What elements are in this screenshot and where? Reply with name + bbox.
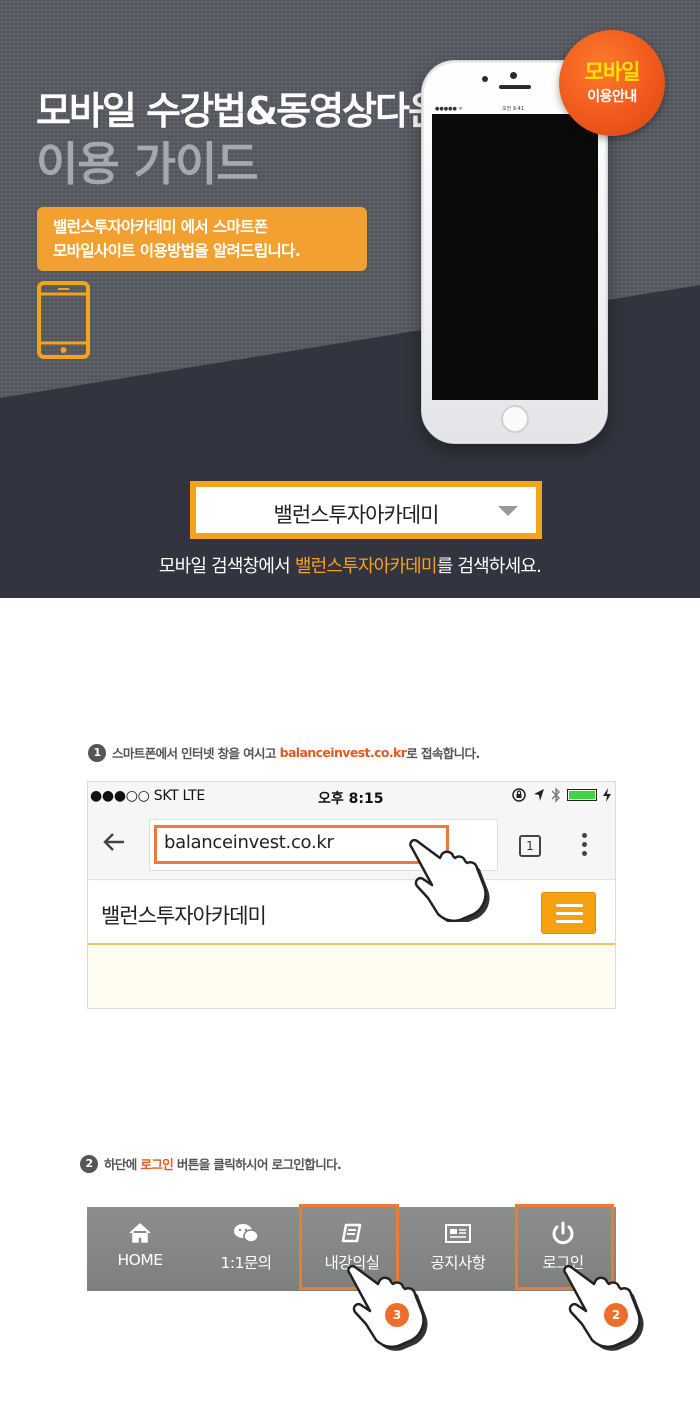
status-bar: ●●●○○ SKT LTE 오후 8:15 [88,782,615,810]
hero-description-line: 모바일사이트 이용방법을 알려드립니다. [53,242,301,260]
hamburger-menu-icon[interactable] [541,892,596,934]
step-highlight: 로그인 [140,1157,174,1172]
nav-item-home[interactable]: HOME [87,1207,193,1291]
location-icon [534,789,544,801]
chat-icon [234,1224,259,1243]
pointing-hand-icon [563,1265,644,1351]
search-value: 밸런스투자아카데미 [273,503,440,527]
hero-subtitle: 이용 가이드 [36,137,259,191]
address-bar-url: balanceinvest.co.kr [164,832,334,853]
hero-description-line: 밸런스투자아카데미 에서 스마트폰 [53,218,268,236]
pointing-hand-icon [409,839,490,922]
status-icons [511,787,611,803]
hint-text: 모바일 검색창에서 [158,556,295,577]
hint-text: 를 검색하세요. [436,556,542,577]
charging-icon [603,788,611,802]
step-number-badge: 1 [88,743,106,762]
tablet-icon [37,281,90,359]
step-text: 버튼을 클릭하시어 로그인합니다. [173,1157,342,1172]
phone-sensor [482,76,488,82]
hero-description-box: 밸런스투자아카데미 에서 스마트폰 모바일사이트 이용방법을 알려드립니다. [37,207,367,271]
browser-toolbar: balanceinvest.co.kr 1 [88,810,615,880]
back-arrow-icon[interactable] [102,830,126,860]
nav-item-label: 1:1문의 [220,1254,272,1272]
nav-item-inquiry[interactable]: 1:1문의 [193,1207,299,1291]
home-icon [129,1223,151,1243]
hero-banner: 모바일 수강법&동영상다운 이용 가이드 밸런스투자아카데미 에서 스마트폰 모… [0,0,700,598]
site-header: 밸런스투자아카데미 [88,881,615,945]
mobile-guide-badge: 모바일 이용안내 [559,30,665,136]
step-highlight: balanceinvest.co.kr [279,745,407,760]
step2-instruction: 2 하단에 로그인 버튼을 클릭하시어 로그인합니다. [80,1154,342,1173]
step-text: 하단에 [104,1157,141,1172]
phone-home-button [501,405,529,433]
hand-step-badge: 3 [385,1303,409,1327]
phone-speaker [499,85,531,89]
more-vert-icon[interactable] [582,833,588,860]
hero-title: 모바일 수강법&동영상다운 [36,89,443,133]
hint-highlight: 밸런스투자아카데미 [294,556,438,577]
phone-camera [510,72,517,79]
badge-title: 모바일 [584,60,641,84]
step-text: 스마트폰에서 인터넷 창을 여시고 [112,746,280,761]
search-box[interactable]: 밸런스투자아카데미 [190,481,542,539]
step-text: 로 접속합니다. [406,746,480,761]
step-number-badge: 2 [80,1154,98,1173]
bluetooth-icon [551,787,560,803]
carrier-signal: ●●●○○ SKT LTE [90,788,205,804]
search-hint: 모바일 검색창에서 밸런스투자아카데미를 검색하세요. [0,552,700,578]
newspaper-icon [445,1224,471,1243]
mobile-browser-screenshot: ●●●○○ SKT LTE 오후 8:15 balanceinvest.co.k… [87,781,616,1009]
site-title[interactable]: 밸런스투자아카데미 [101,900,267,930]
dropdown-arrow-icon[interactable] [498,506,518,516]
hand-step-badge: 2 [604,1303,628,1327]
tabs-icon[interactable]: 1 [519,835,541,857]
nav-item-label: HOME [117,1251,163,1269]
battery-icon [567,789,597,801]
step1-instruction: 1 스마트폰에서 인터넷 창을 여시고 balanceinvest.co.kr로 … [88,743,480,762]
status-time: 오후 8:15 [318,791,384,807]
badge-subtitle: 이용안내 [587,89,637,105]
phone-screen: ●●●●● ᯤ오전 9:41▬ [432,105,598,400]
rotation-lock-icon [512,788,526,802]
